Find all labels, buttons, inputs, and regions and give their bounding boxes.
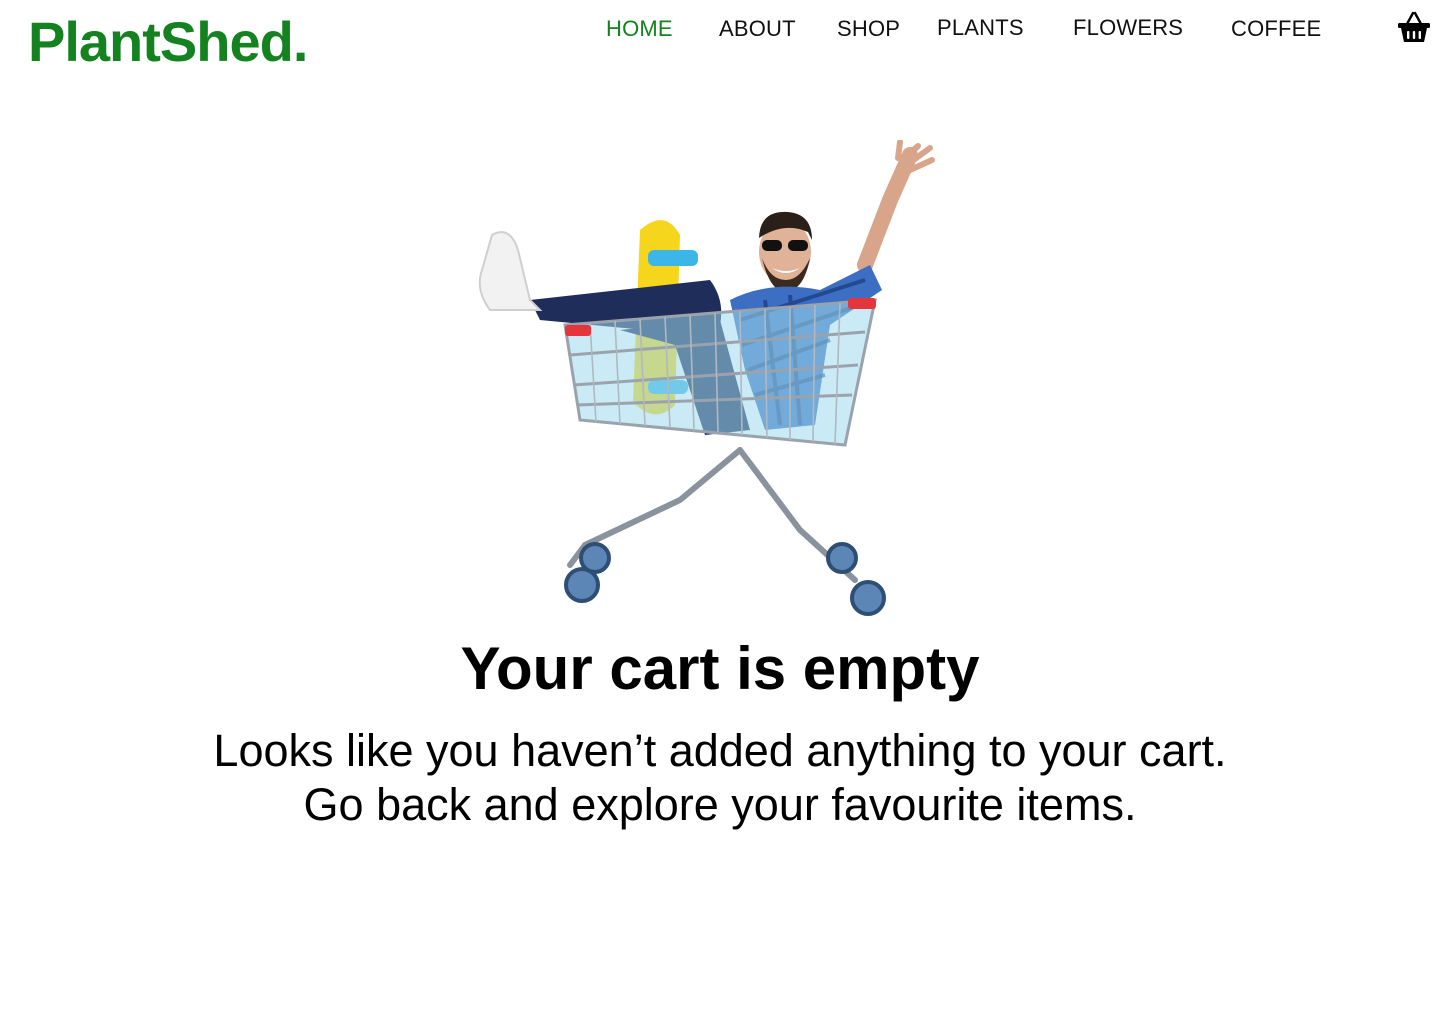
man-in-shopping-cart-image	[478, 140, 935, 616]
cart-button[interactable]	[1396, 10, 1432, 44]
empty-cart-message: Looks like you haven’t added anything to…	[0, 724, 1440, 832]
empty-cart-title: Your cart is empty	[460, 635, 980, 702]
empty-cart-message-line-1: Looks like you haven’t added anything to…	[213, 725, 1227, 776]
nav-coffee[interactable]: COFFEE	[1231, 14, 1321, 44]
nav-plants[interactable]: PLANTS	[937, 13, 1024, 43]
empty-cart-message-line-2: Go back and explore your favourite items…	[303, 779, 1137, 830]
nav-flowers[interactable]: FLOWERS	[1073, 13, 1183, 43]
nav-about[interactable]: ABOUT	[719, 14, 796, 44]
main-nav: HOME ABOUT SHOP PLANTS FLOWERS COFFEE	[0, 14, 1440, 44]
nav-home[interactable]: HOME	[606, 14, 673, 44]
nav-shop[interactable]: SHOP	[837, 14, 900, 44]
basket-icon	[1398, 11, 1430, 42]
